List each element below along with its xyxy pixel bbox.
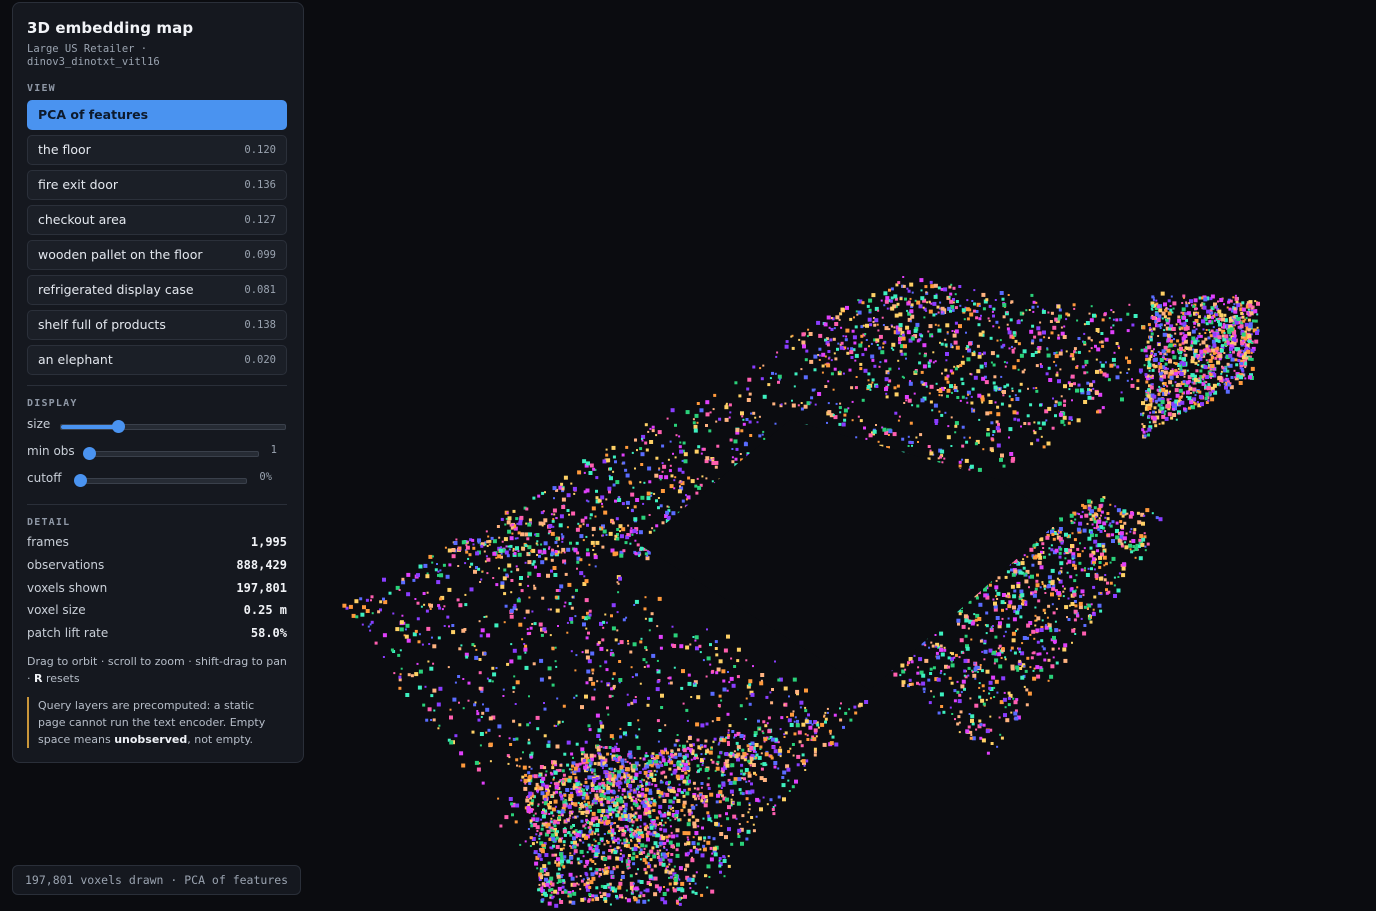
cutoff-slider-row: cutoff 0% — [27, 471, 289, 498]
control-panel: 3D embedding map Large US Retailer · din… — [12, 2, 304, 763]
min-obs-slider-thumb[interactable] — [83, 447, 96, 460]
dataset-subtitle: Large US Retailer · dinov3_dinotxt_vitl1… — [27, 43, 160, 68]
view-item-label: an elephant — [38, 352, 113, 367]
page-title: 3D embedding map — [27, 19, 194, 37]
detail-label: frames — [27, 535, 69, 549]
view-item-score: 0.020 — [244, 354, 276, 366]
detail-row-voxels-shown: voxels shown 197,801 — [27, 581, 287, 604]
view-item-shelf-full-of-products[interactable]: shelf full of products 0.138 — [27, 310, 287, 340]
min-obs-slider-track[interactable] — [83, 447, 259, 460]
detail-row-patch-lift-rate: patch lift rate 58.0% — [27, 626, 287, 649]
cutoff-slider-label: cutoff — [27, 471, 62, 485]
status-bar: 197,801 voxels drawn · PCA of features — [12, 865, 302, 895]
help-text-suffix: resets — [42, 671, 80, 685]
view-item-label: PCA of features — [38, 107, 149, 122]
view-item-checkout-area[interactable]: checkout area 0.127 — [27, 205, 287, 235]
size-slider-fill — [61, 425, 120, 429]
size-slider-label: size — [27, 417, 51, 431]
precomputed-note: Query layers are precomputed: a static p… — [27, 696, 278, 748]
note-text-suffix: , not empty. — [187, 732, 253, 746]
view-item-label: wooden pallet on the floor — [38, 247, 203, 262]
view-list: PCA of features the floor 0.120 fire exi… — [27, 100, 289, 375]
view-item-score: 0.099 — [244, 249, 276, 261]
detail-row-voxel-size: voxel size 0.25 m — [27, 603, 287, 626]
detail-value: 888,429 — [236, 557, 287, 572]
divider — [27, 385, 287, 386]
detail-value: 1,995 — [250, 535, 287, 549]
view-item-refrigerated-display-case[interactable]: refrigerated display case 0.081 — [27, 275, 287, 305]
min-obs-value: 1 — [270, 444, 277, 456]
view-item-label: the floor — [38, 142, 91, 157]
empty-region — [640, 420, 1060, 690]
detail-value: 197,801 — [236, 580, 287, 595]
detail-label: voxels shown — [27, 580, 108, 595]
min-obs-slider-label: min obs — [27, 444, 75, 458]
controls-help: Drag to orbit · scroll to zoom · shift-d… — [27, 653, 287, 687]
view-item-pca[interactable]: PCA of features — [27, 100, 287, 130]
view-item-score: 0.138 — [244, 319, 276, 331]
size-slider-thumb[interactable] — [112, 420, 126, 433]
view-item-wooden-pallet[interactable]: wooden pallet on the floor 0.099 — [27, 240, 287, 270]
detail-heading: DETAIL — [27, 517, 71, 528]
detail-row-observations: observations 888,429 — [27, 558, 287, 581]
view-item-score: 0.127 — [244, 214, 276, 226]
note-emphasis: unobserved — [114, 732, 188, 746]
view-item-score: 0.081 — [244, 284, 276, 296]
view-item-label: refrigerated display case — [38, 282, 194, 297]
view-item-label: checkout area — [38, 212, 127, 227]
detail-value: 0.25 m — [243, 603, 287, 618]
view-item-label: shelf full of products — [38, 317, 166, 332]
view-heading: VIEW — [27, 83, 56, 94]
cutoff-slider-track[interactable] — [74, 474, 247, 487]
view-item-score: 0.120 — [244, 144, 276, 156]
display-heading: DISPLAY — [27, 398, 78, 409]
view-item-the-floor[interactable]: the floor 0.120 — [27, 135, 287, 165]
view-item-label: fire exit door — [38, 177, 118, 192]
divider — [27, 504, 287, 505]
view-item-score: 0.136 — [244, 179, 276, 191]
detail-value: 58.0% — [250, 626, 287, 641]
size-slider-track[interactable] — [60, 420, 286, 433]
detail-row-frames: frames 1,995 — [27, 535, 287, 558]
size-slider-row: size — [27, 417, 289, 444]
view-item-fire-exit-door[interactable]: fire exit door 0.136 — [27, 170, 287, 200]
detail-label: voxel size — [27, 603, 86, 618]
cutoff-value: 0% — [259, 471, 272, 483]
min-obs-slider-row: min obs 1 — [27, 444, 289, 471]
cutoff-slider-thumb[interactable] — [74, 474, 87, 487]
view-item-an-elephant[interactable]: an elephant 0.020 — [27, 345, 287, 375]
detail-label: patch lift rate — [27, 626, 109, 641]
detail-label: observations — [27, 557, 105, 572]
